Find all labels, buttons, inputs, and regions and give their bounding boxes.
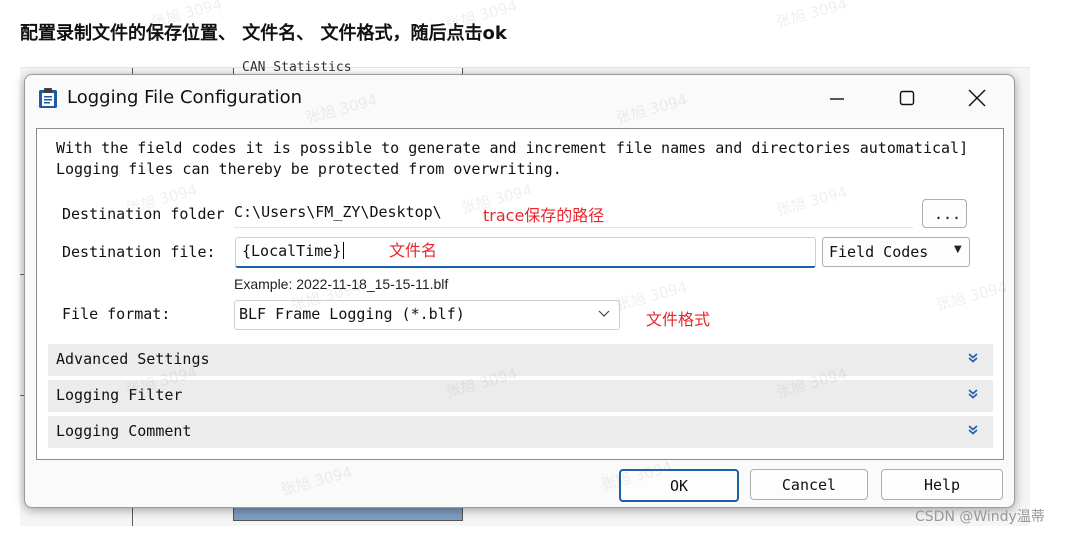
section-logging-comment[interactable]: Logging Comment (48, 416, 993, 448)
dropdown-arrow-icon: ▼ (954, 244, 962, 255)
minimize-icon (830, 98, 844, 100)
file-format-select[interactable]: BLF Frame Logging (*.blf) (234, 300, 620, 330)
minimize-button[interactable] (810, 81, 864, 115)
file-format-value: BLF Frame Logging (*.blf) (239, 305, 465, 323)
file-format-label: File format: (62, 305, 171, 323)
browse-button[interactable]: ... (922, 199, 967, 228)
section-label: Logging Filter (56, 386, 183, 404)
info-text-line-1: With the field codes it is possible to g… (56, 139, 969, 157)
close-button[interactable] (950, 81, 1004, 115)
chevron-down-icon (598, 310, 610, 317)
destination-file-text: {LocalTime} (242, 242, 342, 260)
destination-file-value: {LocalTime} (242, 242, 345, 260)
annotation-path: trace保存的路径 (483, 206, 605, 225)
ok-button[interactable]: OK (619, 469, 739, 502)
destination-folder-value: C:\Users\FM_ZY\Desktop\ (234, 203, 442, 221)
double-chevron-down-icon (968, 389, 978, 399)
close-icon (968, 89, 986, 107)
double-chevron-down-icon (968, 353, 978, 363)
dialog-content: With the field codes it is possible to g… (36, 128, 1004, 460)
help-button[interactable]: Help (881, 469, 1003, 500)
field-codes-dropdown[interactable]: Field Codes ▼ (822, 237, 970, 267)
cancel-button[interactable]: Cancel (750, 469, 868, 500)
watermark: 张旭 3094 (774, 0, 850, 32)
dialog-title: Logging File Configuration (67, 87, 303, 108)
section-logging-filter[interactable]: Logging Filter (48, 380, 993, 412)
browse-button-label: ... (934, 205, 962, 223)
text-caret (343, 242, 345, 259)
section-label: Advanced Settings (56, 350, 210, 368)
background-panel-text: CAN Statistics (242, 60, 352, 75)
double-chevron-down-icon (968, 425, 978, 435)
annotation-file-format: 文件格式 (646, 310, 711, 329)
destination-folder-label: Destination folder (62, 205, 225, 223)
section-label: Logging Comment (56, 422, 192, 440)
maximize-icon (899, 90, 915, 106)
field-codes-label: Field Codes (829, 243, 929, 261)
destination-file-label: Destination file: (62, 243, 216, 261)
clipboard-icon (39, 88, 57, 108)
annotation-file-name: 文件名 (389, 241, 438, 260)
maximize-button[interactable] (880, 81, 934, 115)
section-advanced-settings[interactable]: Advanced Settings (48, 344, 993, 376)
info-text-line-2: Logging files can thereby be protected f… (56, 160, 562, 178)
page-caption: 配置录制文件的保存位置、 文件名、 文件格式，随后点击ok (20, 23, 507, 44)
logging-file-configuration-dialog: Logging File Configuration With the fiel… (24, 74, 1015, 508)
destination-file-input[interactable]: {LocalTime} (235, 237, 816, 268)
dialog-titlebar[interactable]: Logging File Configuration (25, 75, 1014, 121)
credit-watermark: CSDN @Windy温蒂 (915, 509, 1045, 525)
filename-example: Example: 2022-11-18_15-15-11.blf (234, 276, 449, 292)
